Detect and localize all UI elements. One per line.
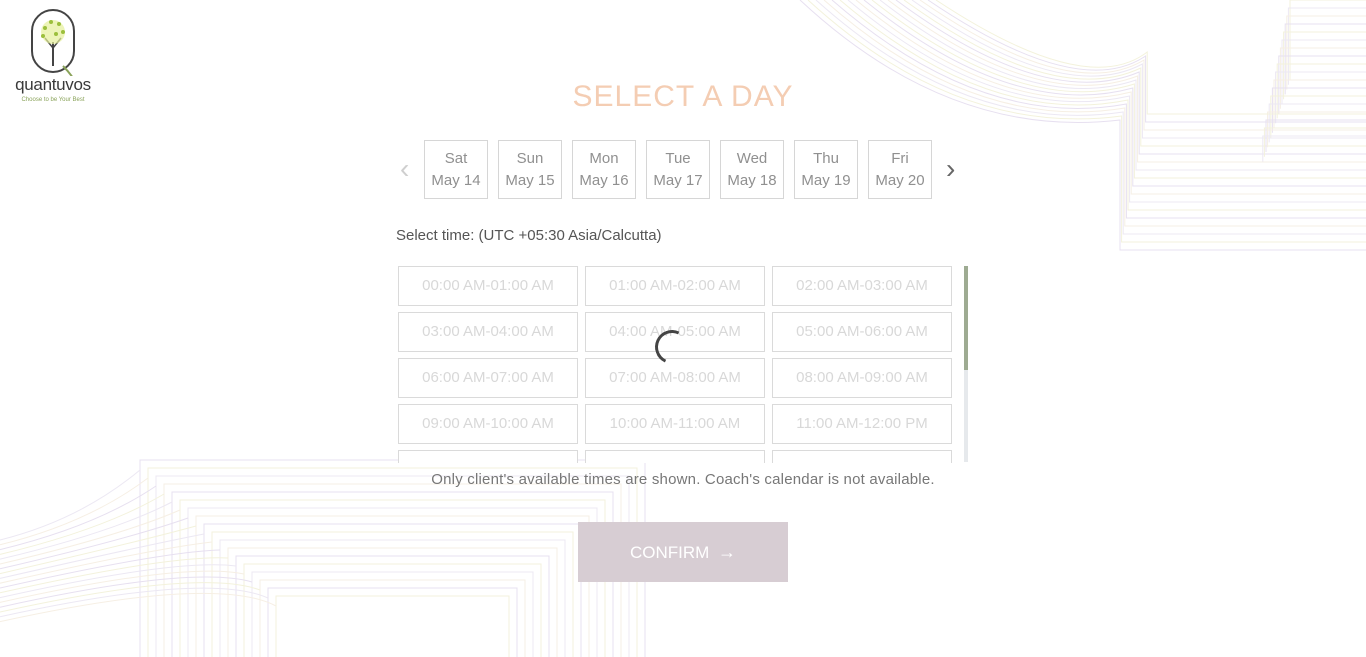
time-slot[interactable] [398,450,578,463]
day-option[interactable]: Fri May 20 [868,140,932,199]
time-slot[interactable]: 05:00 AM-06:00 AM [772,312,952,352]
slot-scrollbar[interactable] [964,266,968,462]
day-date: May 17 [653,172,703,189]
time-slot[interactable]: 01:00 AM-02:00 AM [585,266,765,306]
day-date: May 15 [505,172,555,189]
tree-logo-icon [31,9,75,76]
time-slot[interactable]: 06:00 AM-07:00 AM [398,358,578,398]
confirm-label: CONFIRM [629,543,710,562]
day-date: May 16 [579,172,629,189]
day-of-week: Sat [444,150,468,167]
day-option[interactable]: Tue May 17 [646,140,710,199]
chevron-left-icon[interactable]: ‹ [400,155,409,183]
time-slot[interactable] [585,450,765,463]
timezone-label: Select time: (UTC +05:30 Asia/Calcutta) [396,227,662,244]
time-slot-list[interactable]: 00:00 AM-01:00 AM 01:00 AM-02:00 AM 02:0… [396,264,970,463]
time-slot[interactable]: 09:00 AM-10:00 AM [398,404,578,444]
confirm-button[interactable]: CONFIRM → [578,522,788,582]
scrollbar-thumb[interactable] [964,266,968,370]
time-slot[interactable] [772,450,952,463]
day-option[interactable]: Sat May 14 [424,140,488,199]
arrow-right-icon: → [718,542,737,562]
day-date: May 19 [801,172,851,189]
day-option[interactable]: Wed May 18 [720,140,784,199]
day-date: May 14 [431,172,481,189]
time-slot[interactable]: 00:00 AM-01:00 AM [398,266,578,306]
day-selector: ‹ Sat May 14 Sun May 15 Mon May 16 Tue M… [396,140,966,200]
day-of-week: Tue [665,150,691,167]
day-option[interactable]: Thu May 19 [794,140,858,199]
time-slot[interactable]: 10:00 AM-11:00 AM [585,404,765,444]
day-of-week: Mon [589,150,619,167]
day-option[interactable]: Sun May 15 [498,140,562,199]
day-of-week: Sun [516,150,544,167]
time-slot[interactable]: 11:00 AM-12:00 PM [772,404,952,444]
day-date: May 18 [727,172,777,189]
time-slot[interactable]: 02:00 AM-03:00 AM [772,266,952,306]
day-of-week: Thu [813,150,839,167]
time-slot[interactable]: 08:00 AM-09:00 AM [772,358,952,398]
page-title: SELECT A DAY [572,80,794,113]
day-of-week: Fri [891,150,909,167]
time-slot[interactable]: 07:00 AM-08:00 AM [585,358,765,398]
day-option[interactable]: Mon May 16 [572,140,636,199]
day-of-week: Wed [736,150,768,167]
availability-note: Only client's available times are shown.… [431,471,935,488]
time-slot[interactable]: 03:00 AM-04:00 AM [398,312,578,352]
chevron-right-icon[interactable]: › [946,155,955,183]
day-date: May 20 [875,172,925,189]
